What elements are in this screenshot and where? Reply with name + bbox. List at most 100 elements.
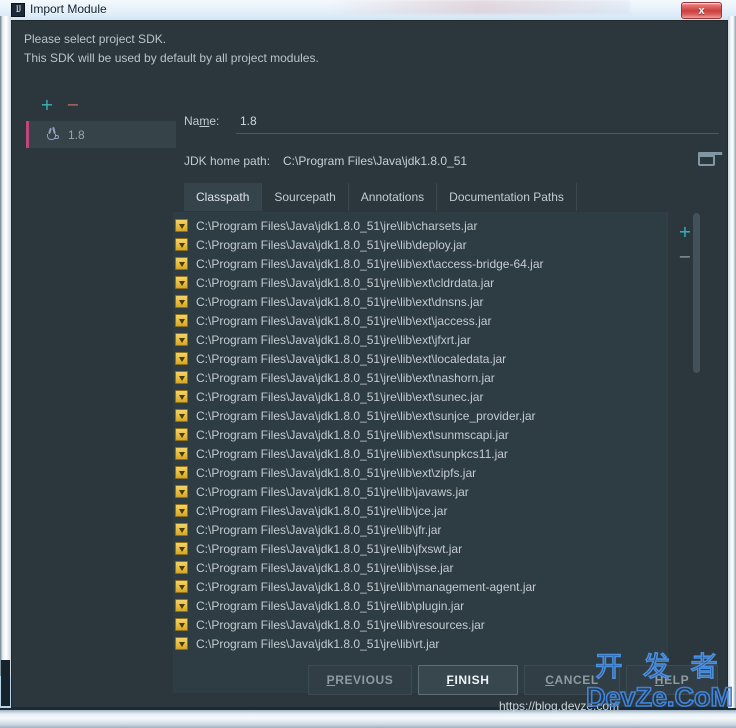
- sdk-list-toolbar: + −: [26, 96, 176, 116]
- classpath-entry-label: C:\Program Files\Java\jdk1.8.0_51\jre\li…: [196, 313, 492, 328]
- classpath-entry-label: C:\Program Files\Java\jdk1.8.0_51\jre\li…: [196, 294, 484, 309]
- classpath-entry-row[interactable]: C:\Program Files\Java\jdk1.8.0_51\jre\li…: [173, 634, 701, 653]
- jdk-home-path-value: C:\Program Files\Java\jdk1.8.0_51: [283, 154, 468, 168]
- titlebar: IJ Import Module x: [0, 0, 736, 20]
- window-bottom-border: [0, 710, 736, 728]
- classpath-entry-label: C:\Program Files\Java\jdk1.8.0_51\jre\li…: [196, 370, 495, 385]
- tab-annotations[interactable]: Annotations: [349, 183, 438, 211]
- window-left-border-cap: [1, 660, 10, 706]
- classpath-entry-row[interactable]: C:\Program Files\Java\jdk1.8.0_51\jre\li…: [173, 425, 701, 444]
- jar-file-icon: [175, 238, 188, 251]
- finish-button-post: INISH: [454, 673, 490, 687]
- jar-file-icon: [175, 295, 188, 308]
- classpath-entry-label: C:\Program Files\Java\jdk1.8.0_51\jre\li…: [196, 218, 478, 233]
- cancel-button-post: ANCEL: [554, 673, 599, 687]
- classpath-entry-row[interactable]: C:\Program Files\Java\jdk1.8.0_51\jre\li…: [173, 235, 701, 254]
- help-button[interactable]: HELP: [626, 665, 718, 695]
- intro-line-1: Please select project SDK.: [24, 32, 167, 46]
- jar-file-icon: [175, 428, 188, 441]
- classpath-entry-label: C:\Program Files\Java\jdk1.8.0_51\jre\li…: [196, 560, 454, 575]
- java-sdk-icon: [45, 126, 61, 143]
- window-title: Import Module: [30, 2, 107, 16]
- jar-file-icon: [175, 561, 188, 574]
- name-label: Name:: [184, 114, 219, 128]
- classpath-entry-label: C:\Program Files\Java\jdk1.8.0_51\jre\li…: [196, 636, 440, 651]
- classpath-entry-row[interactable]: C:\Program Files\Java\jdk1.8.0_51\jre\li…: [173, 596, 701, 615]
- close-button[interactable]: x: [681, 2, 722, 19]
- tab-sourcepath[interactable]: Sourcepath: [262, 183, 349, 211]
- jar-file-icon: [175, 599, 188, 612]
- name-label-pre: Na: [184, 114, 200, 128]
- jar-file-icon: [175, 219, 188, 232]
- jar-file-icon: [175, 523, 188, 536]
- classpath-scrollbar-thumb[interactable]: [693, 213, 700, 373]
- jar-file-icon: [175, 618, 188, 631]
- jar-file-icon: [175, 504, 188, 517]
- previous-button[interactable]: PREVIOUS: [308, 665, 412, 695]
- jar-file-icon: [175, 371, 188, 384]
- classpath-entry-row[interactable]: C:\Program Files\Java\jdk1.8.0_51\jre\li…: [173, 501, 701, 520]
- classpath-entry-label: C:\Program Files\Java\jdk1.8.0_51\jre\li…: [196, 522, 442, 537]
- classpath-entry-row[interactable]: C:\Program Files\Java\jdk1.8.0_51\jre\li…: [173, 463, 701, 482]
- screenshot-root: IJ Import Module x Please select project…: [0, 0, 736, 728]
- dialog-button-bar: PREVIOUS FINISH CANCEL HELP: [12, 661, 729, 699]
- jar-file-icon: [175, 257, 188, 270]
- sdk-list: 1.8: [26, 121, 176, 675]
- classpath-entry-row[interactable]: C:\Program Files\Java\jdk1.8.0_51\jre\li…: [173, 482, 701, 501]
- classpath-entry-label: C:\Program Files\Java\jdk1.8.0_51\jre\li…: [196, 617, 485, 632]
- classpath-entry-row[interactable]: C:\Program Files\Java\jdk1.8.0_51\jre\li…: [173, 539, 701, 558]
- finish-button[interactable]: FINISH: [418, 665, 518, 695]
- sdk-list-item-selected[interactable]: 1.8: [26, 121, 176, 148]
- classpath-entry-label: C:\Program Files\Java\jdk1.8.0_51\jre\li…: [196, 275, 495, 290]
- classpath-entry-label: C:\Program Files\Java\jdk1.8.0_51\jre\li…: [196, 579, 537, 594]
- classpath-entry-row[interactable]: C:\Program Files\Java\jdk1.8.0_51\jre\li…: [173, 577, 701, 596]
- classpath-entry-row[interactable]: C:\Program Files\Java\jdk1.8.0_51\jre\li…: [173, 292, 701, 311]
- previous-button-mnemonic: P: [326, 673, 336, 687]
- jar-file-icon: [175, 466, 188, 479]
- classpath-entry-row[interactable]: C:\Program Files\Java\jdk1.8.0_51\jre\li…: [173, 615, 701, 634]
- classpath-entry-label: C:\Program Files\Java\jdk1.8.0_51\jre\li…: [196, 408, 536, 423]
- tab-classpath[interactable]: Classpath: [184, 183, 263, 211]
- classpath-entry-row[interactable]: C:\Program Files\Java\jdk1.8.0_51\jre\li…: [173, 273, 701, 292]
- jar-file-icon: [175, 276, 188, 289]
- jar-file-icon: [175, 314, 188, 327]
- jar-file-icon: [175, 333, 188, 346]
- dialog-intro: Please select project SDK. This SDK will…: [24, 30, 319, 68]
- classpath-entry-row[interactable]: C:\Program Files\Java\jdk1.8.0_51\jre\li…: [173, 254, 701, 273]
- jar-file-icon: [175, 390, 188, 403]
- classpath-entry-row[interactable]: C:\Program Files\Java\jdk1.8.0_51\jre\li…: [173, 330, 701, 349]
- classpath-entry-row[interactable]: C:\Program Files\Java\jdk1.8.0_51\jre\li…: [173, 520, 701, 539]
- jdk-home-path-row: JDK home path: C:\Program Files\Java\jdk…: [184, 152, 723, 172]
- name-row: Name:: [184, 111, 719, 137]
- classpath-entry-label: C:\Program Files\Java\jdk1.8.0_51\jre\li…: [196, 503, 448, 518]
- classpath-entry-row[interactable]: C:\Program Files\Java\jdk1.8.0_51\jre\li…: [173, 406, 701, 425]
- classpath-entry-label: C:\Program Files\Java\jdk1.8.0_51\jre\li…: [196, 484, 469, 499]
- classpath-entry-row[interactable]: C:\Program Files\Java\jdk1.8.0_51\jre\li…: [173, 368, 701, 387]
- add-sdk-icon[interactable]: +: [38, 96, 56, 114]
- folder-icon[interactable]: [698, 152, 723, 166]
- jar-file-icon: [175, 485, 188, 498]
- classpath-entry-row[interactable]: C:\Program Files\Java\jdk1.8.0_51\jre\li…: [173, 349, 701, 368]
- jar-file-icon: [175, 637, 188, 650]
- intro-line-2: This SDK will be used by default by all …: [24, 51, 319, 65]
- classpath-entry-label: C:\Program Files\Java\jdk1.8.0_51\jre\li…: [196, 332, 471, 347]
- classpath-entry-list[interactable]: C:\Program Files\Java\jdk1.8.0_51\jre\li…: [173, 216, 701, 686]
- jar-file-icon: [175, 352, 188, 365]
- name-input[interactable]: [236, 111, 719, 134]
- help-button-mnemonic: H: [654, 673, 665, 687]
- classpath-entry-label: C:\Program Files\Java\jdk1.8.0_51\jre\li…: [196, 389, 484, 404]
- classpath-entry-label: C:\Program Files\Java\jdk1.8.0_51\jre\li…: [196, 465, 477, 480]
- remove-sdk-icon[interactable]: −: [64, 96, 82, 114]
- classpath-entry-row[interactable]: C:\Program Files\Java\jdk1.8.0_51\jre\li…: [173, 311, 701, 330]
- window-right-border: [728, 16, 736, 716]
- classpath-entry-row[interactable]: C:\Program Files\Java\jdk1.8.0_51\jre\li…: [173, 387, 701, 406]
- classpath-entry-label: C:\Program Files\Java\jdk1.8.0_51\jre\li…: [196, 541, 463, 556]
- classpath-entry-row[interactable]: C:\Program Files\Java\jdk1.8.0_51\jre\li…: [173, 444, 701, 463]
- tab-documentation-paths[interactable]: Documentation Paths: [437, 183, 577, 211]
- classpath-scrollbar[interactable]: [692, 212, 701, 695]
- cancel-button[interactable]: CANCEL: [524, 665, 620, 695]
- classpath-tabs: Classpath Sourcepath Annotations Documen…: [184, 183, 719, 211]
- name-label-mnemonic: m: [199, 114, 210, 128]
- classpath-entry-row[interactable]: C:\Program Files\Java\jdk1.8.0_51\jre\li…: [173, 216, 701, 235]
- classpath-entry-row[interactable]: C:\Program Files\Java\jdk1.8.0_51\jre\li…: [173, 558, 701, 577]
